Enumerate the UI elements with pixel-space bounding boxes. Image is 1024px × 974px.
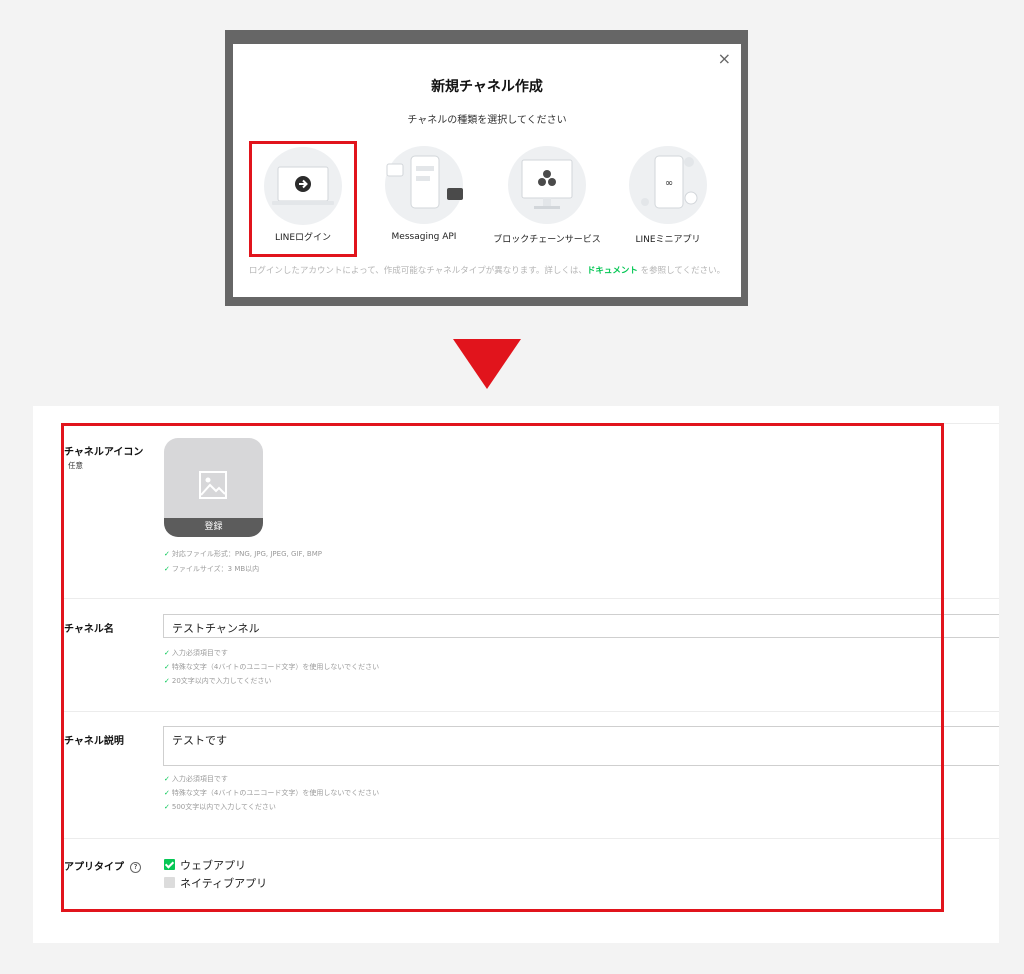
svg-text:∞: ∞	[665, 178, 673, 189]
mini-app-phone-icon: ∞	[629, 146, 707, 224]
channel-icon-label: チャネルアイコン	[64, 447, 144, 458]
monitor-blockchain-icon	[508, 146, 586, 224]
channel-type-messaging-api[interactable]: Messaging API	[364, 144, 484, 254]
check-icon: ✓	[164, 550, 170, 558]
channel-name-input[interactable]: テストチャンネル	[163, 614, 999, 638]
option-label: ウェブアプリ	[180, 859, 246, 872]
hint-text: 入力必須項目です	[171, 775, 228, 783]
document-link[interactable]: ドキュメント	[587, 266, 638, 276]
channel-type-blockchain[interactable]: ブロックチェーンサービス	[487, 144, 607, 254]
help-icon[interactable]: ?	[130, 862, 141, 873]
divider	[62, 711, 999, 712]
app-type-option-native[interactable]: ネイティブアプリ	[164, 875, 267, 891]
close-icon[interactable]: ×	[718, 50, 731, 68]
channel-description-textarea[interactable]: テストです	[163, 726, 999, 766]
hint-text: 特殊な文字（4バイトのユニコード文字）を使用しないでください	[171, 663, 380, 671]
image-icon	[199, 471, 227, 499]
check-icon: ✓	[164, 677, 170, 685]
check-icon: ✓	[164, 789, 170, 797]
modal-note: ログインしたアカウントによって、作成可能なチャネルタイプが異なります。詳しくは、…	[241, 265, 733, 278]
choice-label: ブロックチェーンサービス	[493, 235, 601, 245]
choice-label: LINEログイン	[274, 233, 332, 243]
note-text: ログインしたアカウントによって、作成可能なチャネルタイプが異なります。詳しくは、	[248, 266, 587, 276]
app-type-option-web[interactable]: ウェブアプリ	[164, 857, 246, 873]
down-arrow-icon	[453, 339, 521, 389]
check-icon: ✓	[164, 775, 170, 783]
register-button[interactable]: 登録	[164, 518, 263, 537]
check-icon: ✓	[164, 803, 170, 811]
hint-text: 入力必須項目です	[171, 649, 228, 657]
hint-text: 対応ファイル形式：PNG, JPG, JPEG, GIF, BMP	[171, 550, 322, 558]
phone-chat-icon	[385, 146, 463, 224]
divider	[62, 838, 999, 839]
channel-description-label: チャネル説明	[64, 736, 124, 747]
laptop-login-icon	[264, 147, 342, 225]
note-text-end: を参照してください。	[637, 266, 726, 276]
modal-title: 新規チャネル作成	[431, 79, 543, 95]
new-channel-modal: × 新規チャネル作成 チャネルの種類を選択してください LINEログイン Mes…	[233, 44, 741, 297]
hint-line: ✓ ファイルサイズ：3 MB以内	[164, 563, 259, 575]
hint-line: ✓ 入力必須項目です	[164, 647, 228, 659]
hint-line: ✓ 特殊な文字（4バイトのユニコード文字）を使用しないでください	[164, 787, 379, 799]
channel-name-label: チャネル名	[64, 624, 114, 635]
hint-line: ✓ 500文字以内で入力してください	[164, 801, 276, 813]
hint-text: ファイルサイズ：3 MB以内	[171, 565, 260, 573]
optional-badge: 任意	[68, 461, 83, 470]
channel-icon-upload[interactable]: 登録	[164, 438, 263, 537]
choice-label: Messaging API	[391, 232, 457, 242]
check-icon: ✓	[164, 663, 170, 671]
hint-line: ✓ 対応ファイル形式：PNG, JPG, JPEG, GIF, BMP	[164, 548, 322, 560]
app-type-label: アプリタイプ?	[64, 858, 141, 873]
divider	[62, 598, 999, 599]
hint-line: ✓ 20文字以内で入力してください	[164, 675, 271, 687]
hint-text: 500文字以内で入力してください	[171, 803, 276, 811]
app-type-text: アプリタイプ	[64, 862, 124, 873]
hint-line: ✓ 入力必須項目です	[164, 773, 228, 785]
hint-text: 特殊な文字（4バイトのユニコード文字）を使用しないでください	[171, 789, 380, 797]
hint-text: 20文字以内で入力してください	[171, 677, 272, 685]
checkbox-checked[interactable]	[164, 859, 175, 870]
divider	[62, 423, 999, 424]
channel-type-line-login[interactable]: LINEログイン	[249, 141, 357, 257]
option-label: ネイティブアプリ	[180, 877, 268, 890]
choice-label: LINEミニアプリ	[635, 235, 701, 245]
check-icon: ✓	[164, 649, 170, 657]
checkbox-unchecked[interactable]	[164, 877, 175, 888]
check-icon: ✓	[164, 565, 170, 573]
channel-type-line-mini-app[interactable]: ∞ LINEミニアプリ	[608, 144, 728, 254]
hint-line: ✓ 特殊な文字（4バイトのユニコード文字）を使用しないでください	[164, 661, 379, 673]
modal-subtitle: チャネルの種類を選択してください	[407, 115, 567, 126]
